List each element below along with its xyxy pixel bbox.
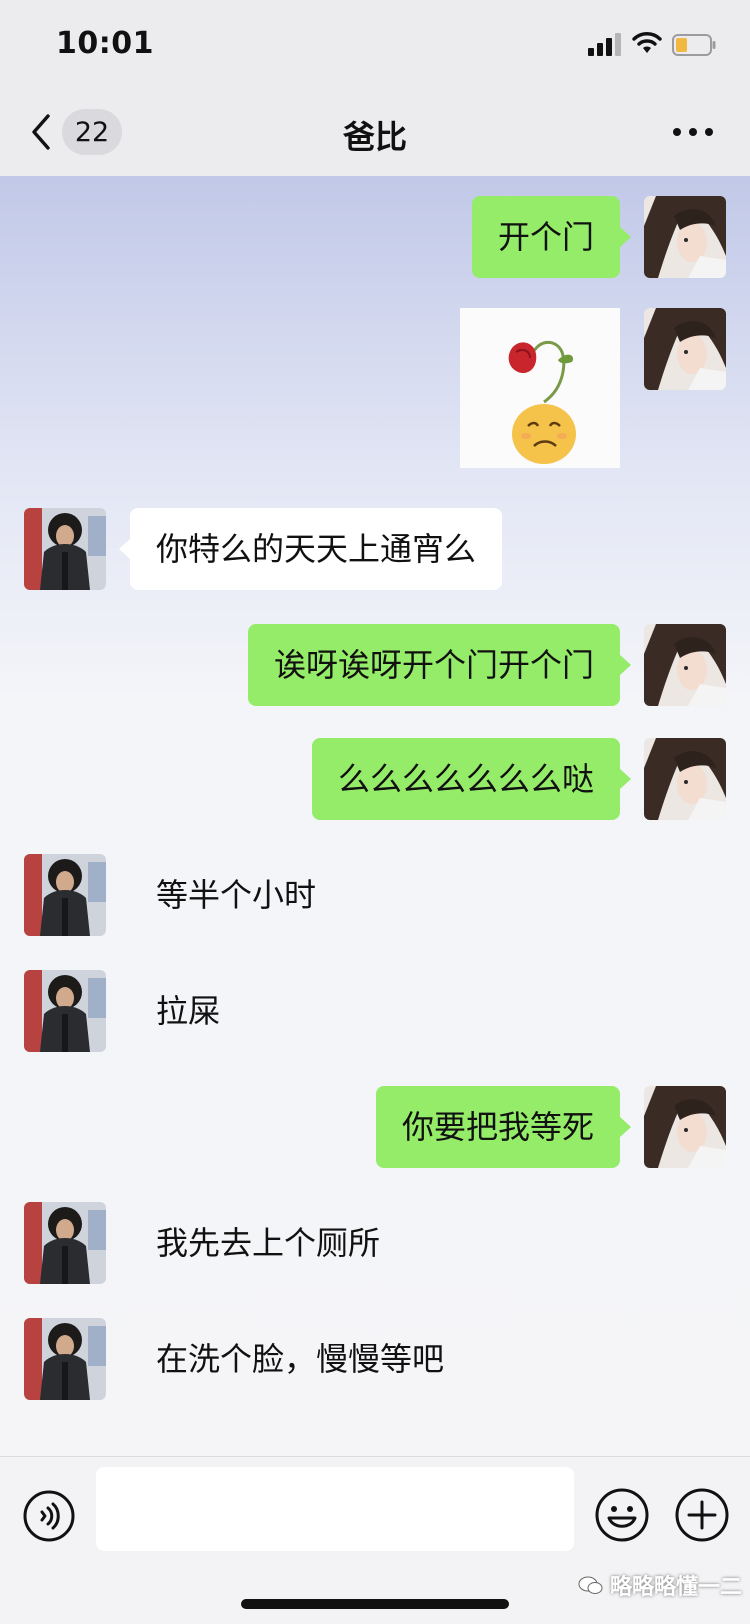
sent-message-bubble[interactable]: 你要把我等死 — [375, 1086, 632, 1168]
wilted-rose-sad-face-sticker[interactable] — [460, 308, 620, 468]
my-avatar[interactable] — [644, 738, 726, 820]
my-avatar[interactable] — [644, 308, 726, 390]
received-message-bubble[interactable]: 我先去上个厕所 — [130, 1202, 406, 1284]
wifi-icon — [632, 32, 662, 53]
plus-icon[interactable] — [674, 1487, 730, 1543]
my-avatar[interactable] — [644, 196, 726, 278]
more-icon[interactable] — [668, 110, 718, 154]
emoji-icon[interactable] — [594, 1487, 650, 1543]
sent-message-bubble[interactable]: 么么么么么么么哒 — [311, 738, 632, 820]
nav-bar: 22 爸比 — [0, 90, 750, 176]
sent-message-bubble[interactable]: 诶呀诶呀开个门开个门 — [247, 624, 632, 706]
my-avatar[interactable] — [644, 1086, 726, 1168]
home-indicator[interactable] — [241, 1599, 509, 1609]
battery-icon — [672, 34, 716, 56]
message-list[interactable]: 开个门 你特么的天天上通宵么 诶呀诶呀开个门开个门 么么么么么么么哒 等半个小时… — [0, 176, 750, 1456]
back-button[interactable]: 22 — [26, 104, 134, 160]
voice-icon[interactable] — [22, 1489, 76, 1543]
received-message-bubble[interactable]: 等半个小时 — [130, 854, 342, 936]
contact-avatar[interactable] — [24, 1318, 106, 1400]
received-message-bubble[interactable]: 拉屎 — [130, 970, 246, 1052]
unread-count-badge: 22 — [62, 109, 122, 155]
my-avatar[interactable] — [644, 624, 726, 706]
watermark-text: 略略略懂一二 — [610, 1575, 743, 1600]
message-input[interactable] — [96, 1467, 574, 1551]
watermark: 略略略懂一二 — [578, 1569, 742, 1601]
back-chevron-icon — [32, 114, 50, 150]
sent-message-bubble[interactable]: 开个门 — [471, 196, 632, 278]
contact-avatar[interactable] — [24, 854, 106, 936]
signal-icon — [588, 33, 621, 56]
status-bar: 10:01 — [0, 0, 750, 90]
wechat-logo-icon — [578, 1576, 603, 1594]
input-bar: 略略略懂一二 — [0, 1456, 750, 1624]
contact-avatar[interactable] — [24, 508, 106, 590]
received-message-bubble[interactable]: 你特么的天天上通宵么 — [118, 508, 503, 590]
contact-avatar[interactable] — [24, 970, 106, 1052]
status-time: 10:01 — [56, 26, 154, 61]
received-message-bubble[interactable]: 在洗个脸，慢慢等吧 — [130, 1318, 470, 1400]
contact-avatar[interactable] — [24, 1202, 106, 1284]
